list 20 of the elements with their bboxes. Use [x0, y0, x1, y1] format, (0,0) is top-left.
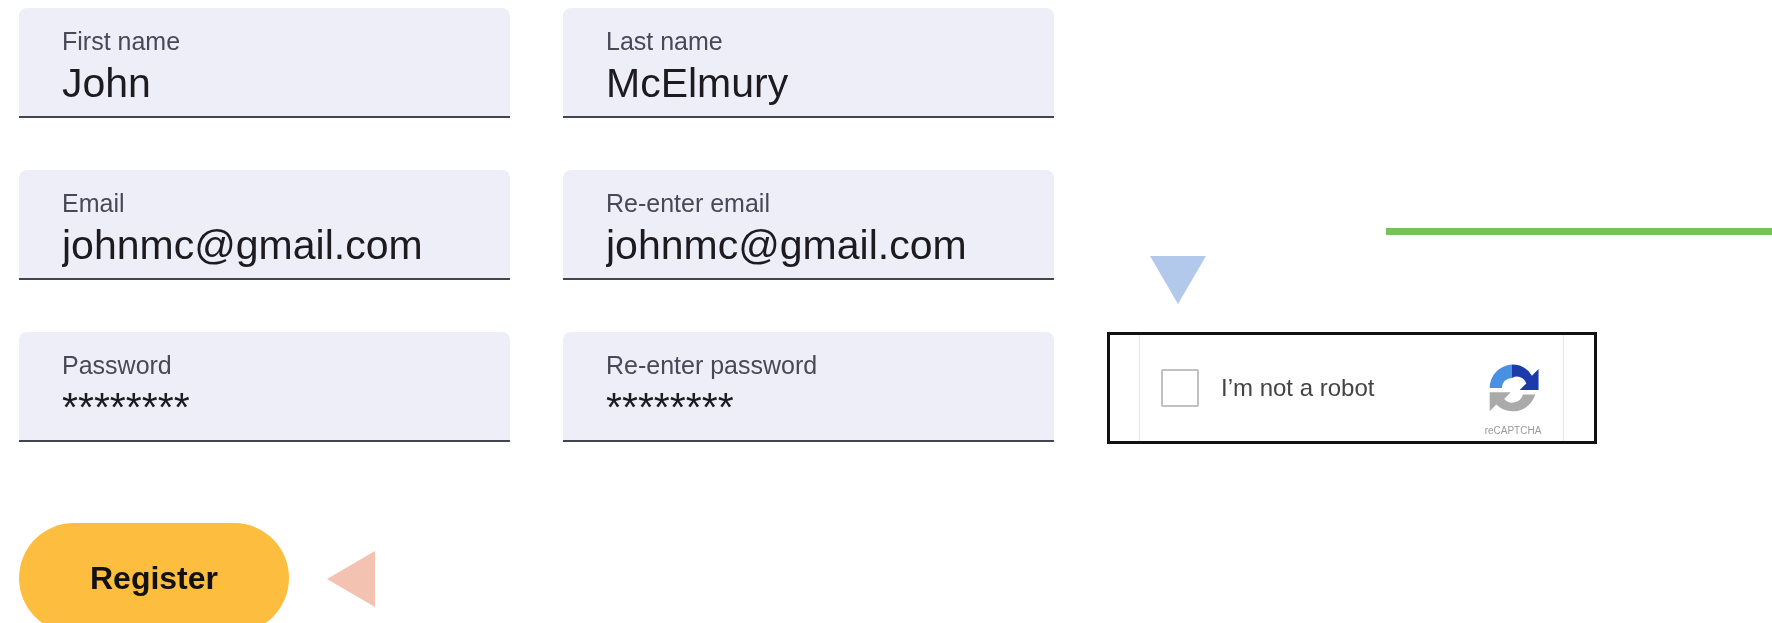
field-label: Email	[62, 188, 126, 218]
field-label: Re-enter password	[606, 350, 819, 380]
field-label: Re-enter email	[606, 188, 771, 218]
text-field[interactable]: First name John	[19, 8, 510, 118]
field-label: Password	[62, 350, 173, 380]
text-field[interactable]: Re-enter password ********	[563, 332, 1054, 442]
recaptcha-brand: reCAPTCHA	[1484, 424, 1542, 436]
text-input[interactable]: ********	[62, 382, 490, 432]
text-input[interactable]: John	[62, 58, 490, 108]
left-triangle-icon	[327, 551, 375, 607]
text-field[interactable]: Last name McElmury	[563, 8, 1054, 118]
text-field[interactable]: Password ********	[19, 332, 510, 442]
down-triangle-icon	[1150, 256, 1206, 304]
text-input[interactable]: ********	[606, 382, 1034, 432]
register-button[interactable]: Register	[19, 523, 289, 623]
field-label: First name	[62, 26, 182, 56]
checkbox[interactable]	[1161, 369, 1199, 407]
text-input[interactable]: McElmury	[606, 58, 1034, 108]
checkbox-label: I’m not a robot	[1221, 374, 1376, 402]
field-label: Last name	[606, 26, 724, 56]
